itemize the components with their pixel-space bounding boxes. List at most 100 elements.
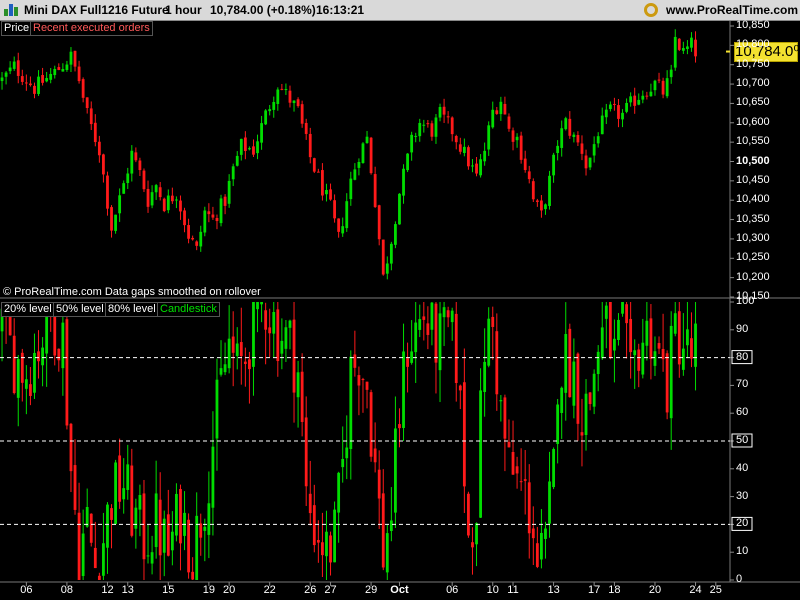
indicator-candle	[381, 469, 385, 571]
price-candle	[138, 157, 142, 176]
indicator-candle	[191, 557, 195, 580]
indicator-candle	[552, 447, 555, 490]
price-candle	[503, 96, 507, 115]
price-candle	[288, 85, 292, 108]
indicator-candle	[535, 526, 539, 569]
price-y-tick-label: 10,800	[736, 38, 770, 51]
price-candle	[499, 96, 503, 121]
x-tick-label: 27	[324, 584, 337, 596]
price-y-tick-label: 10,400	[736, 193, 770, 206]
price-candle	[73, 50, 77, 72]
price-candle	[430, 120, 434, 141]
price-candle	[158, 181, 162, 201]
price-candle	[458, 137, 462, 155]
price-candle	[495, 106, 499, 115]
price-y-tick-label: 10,850	[736, 19, 770, 31]
price-candle	[519, 131, 523, 164]
price-y-tick-label: 10,600	[736, 115, 770, 128]
price-candle	[29, 76, 32, 87]
x-tick-label: Oct	[390, 584, 409, 596]
legend-price[interactable]: Price	[1, 21, 33, 36]
price-candle	[479, 154, 482, 178]
x-tick-label: 25	[709, 584, 722, 596]
indicator-candle	[686, 302, 689, 359]
indicator-candle	[584, 379, 588, 451]
price-candle	[471, 159, 474, 173]
indicator-candle	[467, 491, 470, 538]
price-candle	[45, 71, 49, 83]
price-candle	[130, 145, 134, 182]
price-candle	[373, 166, 377, 208]
price-candle	[97, 135, 101, 163]
price-candle	[454, 134, 458, 150]
price-candle	[681, 41, 685, 54]
price-candle	[134, 147, 138, 163]
price-candle	[8, 61, 12, 75]
legend-50-level[interactable]: 50% level	[53, 302, 107, 317]
price-candle	[337, 218, 341, 238]
price-candle	[649, 83, 653, 97]
indicator-candle	[272, 302, 276, 358]
x-tick-label: 11	[507, 584, 519, 596]
price-candle	[402, 164, 405, 204]
indicator-candle	[385, 524, 389, 580]
price-candle	[264, 109, 268, 126]
indicator-candle	[357, 366, 361, 416]
indicator-candle	[414, 302, 418, 383]
indicator-candle	[483, 328, 487, 417]
indicator-candle	[649, 304, 653, 380]
legend-80-level[interactable]: 80% level	[105, 302, 159, 317]
indicator-candle	[33, 333, 36, 399]
indicator-candle	[69, 422, 73, 493]
price-candle	[483, 142, 487, 166]
price-candle	[57, 63, 61, 71]
price-candle	[515, 133, 519, 148]
price-candle	[118, 188, 122, 222]
price-candle	[341, 217, 345, 237]
price-chart[interactable]	[0, 0, 800, 600]
price-candle	[252, 139, 255, 158]
indicator-candle	[458, 384, 462, 410]
indicator-candle	[487, 307, 491, 368]
indicator-candle	[264, 302, 268, 365]
price-candle	[142, 168, 146, 193]
x-tick-label: 13	[121, 584, 134, 596]
price-candle	[211, 206, 215, 220]
indicator-candle	[568, 323, 572, 398]
legend-20-level[interactable]: 20% level	[1, 302, 55, 317]
indicator-candle	[146, 524, 150, 564]
indicator-candle	[93, 521, 97, 569]
indicator-candle	[223, 342, 227, 376]
price-candle	[81, 77, 85, 103]
price-y-tick-label: 10,300	[736, 231, 770, 244]
price-candle	[122, 180, 126, 194]
price-candle	[41, 67, 44, 86]
price-candle	[406, 153, 409, 173]
price-candle	[592, 136, 596, 163]
price-candle	[414, 132, 418, 143]
indicator-candle	[308, 460, 312, 526]
price-candle	[89, 101, 93, 131]
price-candle	[191, 235, 195, 241]
price-candle	[16, 52, 20, 84]
indicator-y-tick-label: 80	[736, 350, 749, 363]
indicator-candle	[454, 302, 458, 402]
indicator-candle	[418, 304, 422, 338]
indicator-candle	[122, 458, 126, 514]
indicator-candle	[527, 464, 531, 559]
price-candle	[535, 198, 539, 207]
legend-candlestick[interactable]: Candlestick	[157, 302, 220, 317]
x-tick-label: 26	[304, 584, 317, 596]
price-candle	[560, 120, 564, 157]
indicator-candle	[300, 353, 304, 437]
price-candle	[219, 194, 223, 227]
price-candle	[248, 146, 251, 151]
price-candle	[548, 170, 551, 210]
legend-recent-orders[interactable]: Recent executed orders	[30, 21, 153, 36]
indicator-candle	[142, 479, 146, 580]
price-candle	[53, 65, 57, 79]
x-tick-label: 08	[60, 584, 74, 596]
indicator-candle	[446, 306, 450, 328]
price-candle	[365, 130, 369, 144]
price-candle	[85, 97, 89, 114]
